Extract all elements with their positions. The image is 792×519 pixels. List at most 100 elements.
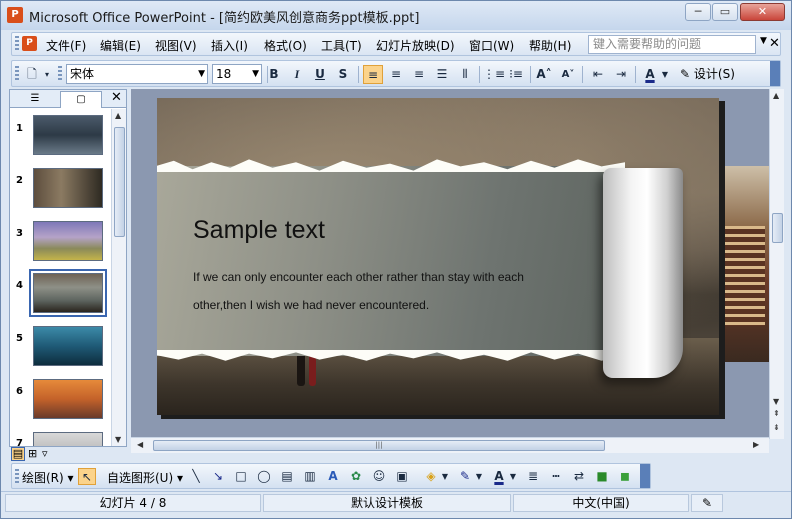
chevron-down-icon[interactable]: ▼ [760,36,767,46]
font-size-select[interactable]: 18 ▼ [212,64,262,84]
vertical-scrollbar[interactable]: ▲ ▼ ⇞ ⇟ [769,89,784,439]
arrow-style-icon[interactable]: ⇄ [570,468,588,485]
chevron-down-icon[interactable]: ▼ [508,468,518,485]
italic-button[interactable]: I [287,65,307,84]
font-color-icon[interactable]: A [640,65,660,84]
select-pointer-icon[interactable]: ↖ [78,468,96,485]
font-name-select[interactable]: 宋体 ▼ [66,64,208,84]
tab-outline[interactable]: ☰ [22,91,48,108]
close-button[interactable]: ✕ [740,3,785,21]
close-pane-icon[interactable]: ✕ [111,90,122,105]
vertical-textbox-icon[interactable]: ▥ [301,468,319,485]
slide-thumbnail-2[interactable] [33,168,103,208]
slide-editing-area[interactable]: Sample text If we can only encounter eac… [131,89,769,441]
dash-style-icon[interactable]: ┅ [547,468,565,485]
underline-button[interactable]: U [310,65,330,84]
decrease-indent-icon[interactable]: ⇤ [588,65,608,84]
powerpoint-app-icon[interactable]: P [7,7,23,23]
chevron-down-icon[interactable]: ▼ [660,65,670,84]
shadow-style-icon[interactable]: ■ [593,468,611,485]
line-icon[interactable]: ╲ [187,468,205,485]
slide-thumbnail-4[interactable] [29,269,107,317]
oval-icon[interactable]: ◯ [255,468,273,485]
close-document-icon[interactable]: ✕ [769,36,780,51]
tab-slides[interactable]: ▢ [60,91,102,108]
toolbar-overflow-icon[interactable] [770,61,780,86]
menu-format[interactable]: 格式(O) [264,37,307,54]
toolbar-options-icon[interactable]: ▾ [42,65,52,84]
decrease-font-icon[interactable]: A˅ [558,65,578,84]
toolbar-grip[interactable] [15,469,19,485]
scroll-down-icon[interactable]: ▼ [773,397,779,406]
slide-thumbnail-1[interactable] [33,115,103,155]
draw-menu[interactable]: 绘图(R) ▾ [22,469,74,486]
pane-scrollbar[interactable]: ▲ ▼ [111,109,126,446]
line-style-icon[interactable]: ≣ [524,468,542,485]
vertical-scroll-thumb[interactable] [772,213,783,243]
slide-thumbnail-5[interactable] [33,326,103,366]
current-slide[interactable]: Sample text If we can only encounter eac… [157,98,719,415]
menu-slideshow[interactable]: 幻灯片放映(D) [376,37,455,54]
picture-icon[interactable]: ▣ [393,468,411,485]
help-search-input[interactable]: 键入需要帮助的问题 [588,35,756,54]
slide-thumbnail-7[interactable] [33,432,103,446]
slide-heading[interactable]: Sample text [193,216,325,245]
toolbar-grip[interactable] [15,66,19,82]
next-slide-icon[interactable]: ⇟ [773,423,780,432]
slide-sorter-icon[interactable]: ⊞ [28,447,37,460]
increase-indent-icon[interactable]: ⇥ [611,65,631,84]
distribute-icon[interactable]: ☰ [432,65,452,84]
toolbar-grip[interactable] [58,66,62,82]
scroll-right-icon[interactable]: ▶ [753,440,759,449]
arrow-icon[interactable]: ↘ [209,468,227,485]
spelling-status-icon[interactable]: ✎ [691,494,723,512]
diagram-icon[interactable]: ✿ [347,468,365,485]
restore-button[interactable]: ▭ [712,3,738,21]
pane-scroll-thumb[interactable] [114,127,125,237]
menu-window[interactable]: 窗口(W) [469,37,514,54]
scroll-up-icon[interactable]: ▲ [115,111,121,120]
menu-help[interactable]: 帮助(H) [529,37,571,54]
font-color-icon[interactable]: A [490,468,508,485]
slideshow-icon[interactable]: ▿ [42,447,48,460]
textbox-icon[interactable]: ▤ [278,468,296,485]
rectangle-icon[interactable]: □ [232,468,250,485]
scroll-left-icon[interactable]: ◀ [137,440,143,449]
autoshapes-menu[interactable]: 自选图形(U) ▾ [107,469,183,486]
toolbar-overflow-icon[interactable] [640,464,650,488]
clipart-icon[interactable]: ☺ [370,468,388,485]
chevron-down-icon[interactable]: ▼ [440,468,450,485]
columns-icon[interactable]: ⦀ [455,65,475,84]
align-center-icon[interactable]: ≡ [386,65,406,84]
chevron-down-icon[interactable]: ▼ [474,468,484,485]
horizontal-scroll-thumb[interactable]: ||| [153,440,605,451]
menu-edit[interactable]: 编辑(E) [100,37,141,54]
menu-file[interactable]: 文件(F) [46,37,86,54]
bulleted-list-icon[interactable]: ⁝≡ [506,65,526,84]
normal-view-icon[interactable]: ▤ [11,447,25,461]
wordart-icon[interactable]: A [324,468,342,485]
new-document-icon[interactable]: 🗋 [22,65,42,84]
3d-style-icon[interactable]: ◼ [616,468,634,485]
horizontal-scrollbar[interactable]: ◀ ||| ▶ [131,437,769,453]
menu-grip[interactable] [15,36,19,52]
menu-view[interactable]: 视图(V) [155,37,197,54]
slide-thumbnail-3[interactable] [33,221,103,261]
document-icon[interactable]: P [22,36,37,51]
scroll-up-icon[interactable]: ▲ [773,91,779,100]
align-right-icon[interactable]: ≡ [409,65,429,84]
shadow-button[interactable]: S [333,65,353,84]
bold-button[interactable]: B [264,65,284,84]
design-button[interactable]: ✎ 设计(S) [680,65,735,82]
fill-color-icon[interactable]: ◈ [422,468,440,485]
slide-thumbnail-6[interactable] [33,379,103,419]
slide-body-text[interactable]: If we can only encounter each other rath… [193,263,553,319]
menu-tools[interactable]: 工具(T) [321,37,362,54]
menu-insert[interactable]: 插入(I) [211,37,248,54]
minimize-button[interactable]: ─ [685,3,711,21]
line-color-icon[interactable]: ✎ [456,468,474,485]
previous-slide-icon[interactable]: ⇞ [773,409,780,418]
align-left-icon[interactable]: ≡ [363,65,383,84]
numbered-list-icon[interactable]: ⋮≡ [483,65,505,84]
increase-font-icon[interactable]: A˄ [534,65,554,84]
